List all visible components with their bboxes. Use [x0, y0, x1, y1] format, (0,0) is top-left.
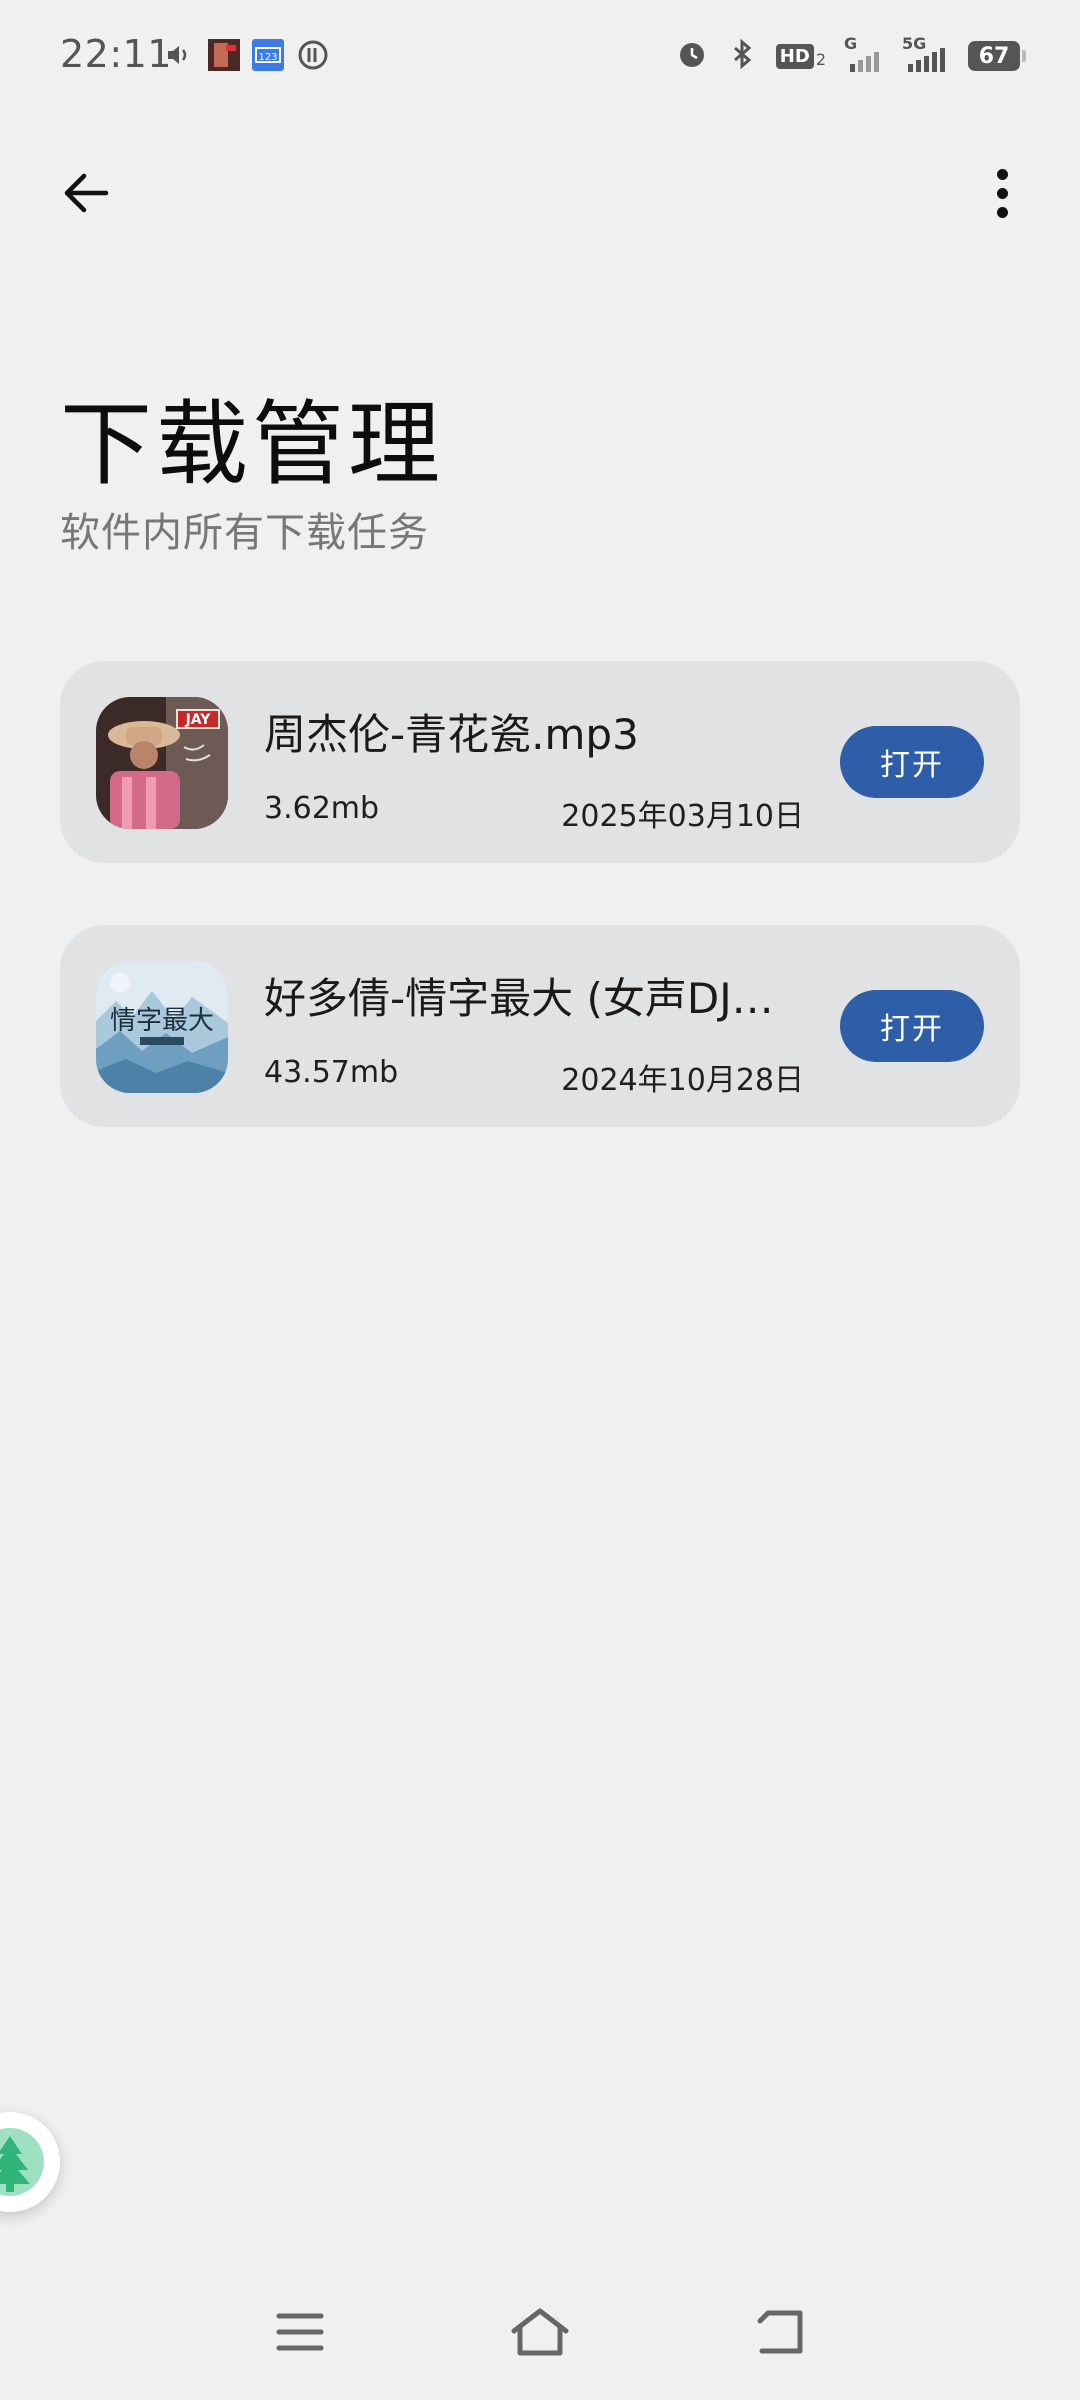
bluetooth-icon	[726, 38, 758, 74]
file-size: 43.57mb	[264, 1055, 399, 1090]
more-vertical-icon	[996, 168, 1008, 180]
alarm-icon	[676, 38, 708, 74]
menu-icon	[276, 2313, 324, 2351]
download-date: 2025年03月10日	[561, 799, 804, 834]
more-options-button[interactable]	[982, 165, 1022, 221]
tree-icon	[0, 2128, 44, 2196]
status-time: 22:11	[60, 32, 173, 76]
back-icon	[757, 2310, 803, 2354]
album-cover: JAY	[96, 697, 228, 829]
open-button[interactable]: 打开	[840, 726, 984, 798]
floating-assistant-button[interactable]	[0, 2112, 60, 2212]
volume-icon	[165, 38, 191, 72]
open-button[interactable]: 打开	[840, 990, 984, 1062]
keyboard-123-icon: 123	[252, 38, 284, 72]
signal-g-icon: G	[844, 34, 884, 74]
music-app-icon	[208, 38, 240, 72]
battery-indicator: 67	[968, 41, 1026, 71]
download-date: 2024年10月28日	[561, 1063, 804, 1098]
album-cover: 情字最大	[96, 961, 228, 1093]
download-item[interactable]: 情字最大 好多倩-情字最大 (女声DJ… 43.57mb 2024年10月28日…	[60, 925, 1020, 1127]
nav-menu-button[interactable]	[268, 2300, 332, 2364]
home-icon	[511, 2308, 569, 2356]
back-button[interactable]	[58, 165, 114, 221]
page-subtitle: 软件内所有下载任务	[60, 510, 429, 556]
hd-icon: HD 2	[775, 43, 826, 69]
svg-text:123: 123	[258, 52, 277, 63]
file-size: 3.62mb	[264, 791, 380, 826]
download-item[interactable]: JAY 周杰伦-青花瓷.mp3 3.62mb 2025年03月10日 打开	[60, 661, 1020, 863]
page-title: 下载管理	[60, 391, 445, 498]
cover-title: 情字最大	[110, 1006, 214, 1036]
signal-5g-icon: 5G	[902, 34, 950, 74]
cover-badge: JAY	[185, 712, 212, 728]
status-bar: 22:11 123 HD 2 G 5G 67	[0, 0, 1080, 116]
nav-home-button[interactable]	[508, 2300, 572, 2364]
status-right-cluster: HD 2 G 5G 67	[676, 34, 1026, 76]
nav-back-button[interactable]	[748, 2300, 812, 2364]
sync-icon	[297, 38, 329, 72]
file-name: 周杰伦-青花瓷.mp3	[264, 710, 639, 759]
file-name: 好多倩-情字最大 (女声DJ…	[264, 974, 774, 1023]
arrow-left-icon	[64, 173, 109, 213]
